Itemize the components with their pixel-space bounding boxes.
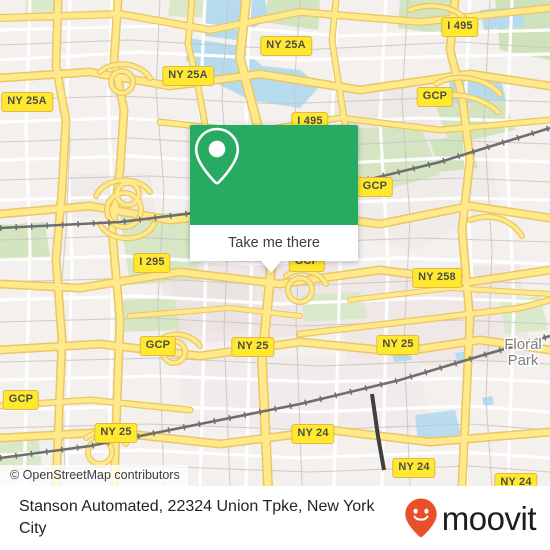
place-label: Floral Park xyxy=(504,337,542,369)
place-label-line: Park xyxy=(507,352,539,369)
location-title: Stanson Automated, 22324 Union Tpke, New… xyxy=(19,498,375,537)
road-shield: NY 24 xyxy=(291,424,335,444)
road-shield: NY 25A xyxy=(1,92,53,112)
road-shield: NY 25A xyxy=(260,36,312,56)
map-canvas[interactable]: I 495 NY 25A NY 25A NY 25A GCP I 495 GCP I 295 G… xyxy=(0,0,550,486)
road-shield: GCP xyxy=(2,390,40,410)
osm-attribution[interactable]: © OpenStreetMap contributors xyxy=(0,465,188,486)
road-shield: NY 25 xyxy=(231,337,275,357)
map-pin-icon xyxy=(194,127,240,185)
road-shield: I 295 xyxy=(133,253,171,273)
moovit-smiley-pin-icon xyxy=(405,498,437,538)
road-shield: I 495 xyxy=(441,17,479,37)
road-shield: GCP xyxy=(416,87,454,107)
moovit-brand[interactable]: moovit xyxy=(404,497,537,539)
popup-header xyxy=(190,125,358,225)
road-shield: NY 24 xyxy=(392,458,436,478)
road-shield: NY 24 xyxy=(494,473,538,486)
take-me-there-label: Take me there xyxy=(228,235,320,251)
road-shield: GCP xyxy=(139,336,177,356)
moovit-wordmark: moovit xyxy=(441,499,537,537)
place-label-line: Floral xyxy=(504,336,542,353)
popup-footer[interactable]: Take me there xyxy=(190,225,358,261)
road-shield: NY 25 xyxy=(94,423,138,443)
location-popup[interactable]: Take me there xyxy=(190,125,358,273)
popup-tail-pointer xyxy=(261,261,281,273)
footer-bar: Stanson Automated, 22324 Union Tpke, New… xyxy=(0,486,550,550)
road-shield: NY 258 xyxy=(412,268,462,288)
map-screenshot: I 495 NY 25A NY 25A NY 25A GCP I 495 GCP I 295 G… xyxy=(0,0,550,550)
road-shield: NY 25A xyxy=(162,66,214,86)
road-shield: NY 25 xyxy=(376,335,420,355)
road-shield: GCP xyxy=(356,177,394,197)
